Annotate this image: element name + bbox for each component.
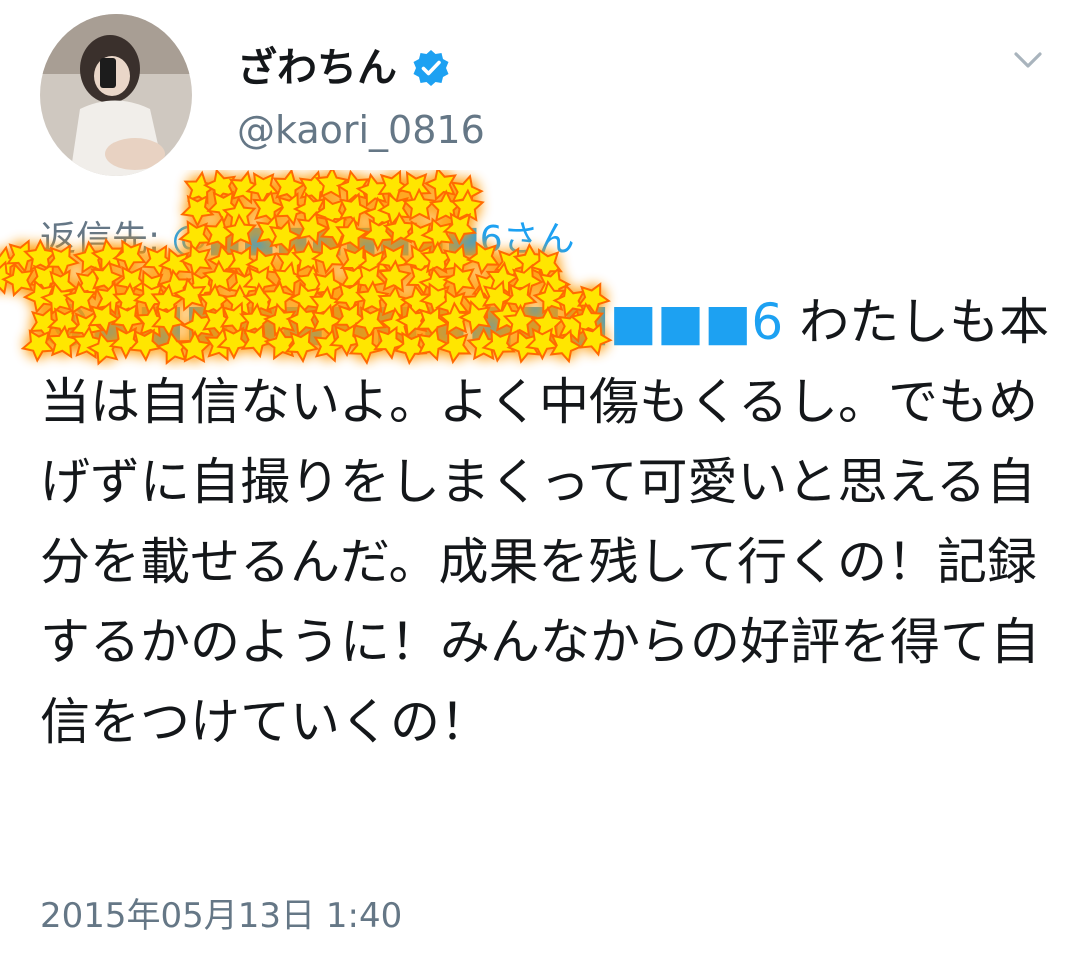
censor-star [373, 170, 415, 206]
censor-star [270, 170, 308, 203]
censor-star [1, 233, 44, 275]
censor-star [0, 257, 43, 301]
display-name[interactable]: ざわちん [237, 38, 397, 98]
verified-badge-icon [413, 50, 449, 86]
censor-star [0, 256, 21, 296]
censor-star [354, 170, 397, 212]
censor-star [446, 171, 486, 210]
chevron-down-icon[interactable] [1008, 44, 1048, 76]
tweet-timestamp[interactable]: 2015年05月13日 1:40 [40, 888, 402, 944]
censor-star [334, 170, 377, 209]
censor-star [226, 170, 264, 205]
censor-star [421, 170, 465, 206]
reply-to-line: 返信先: @■■■■■■■■6さん [40, 212, 575, 268]
tweet-mention-link[interactable]: @■■■■■■■■■■■■■■6 [40, 293, 799, 351]
censor-star [314, 170, 349, 199]
censor-star [182, 170, 219, 205]
censor-star [394, 170, 439, 208]
reply-mention-link[interactable]: @■■■■■■■■6さん [172, 219, 575, 260]
tweet-text: @■■■■■■■■■■■■■■6 わたしも本当は自信ないよ。よく中傷もくるし。で… [40, 282, 1050, 762]
censor-star [200, 170, 244, 207]
user-handle[interactable]: @kaori_0816 [237, 104, 485, 156]
censor-star [241, 170, 286, 208]
tweet-body: わたしも本当は自信ないよ。よく中傷もくるし。でもめげずに自撮りをしまくって可愛い… [40, 293, 1050, 751]
reply-prefix: 返信先: [40, 219, 172, 260]
avatar[interactable] [40, 14, 192, 176]
censor-star [294, 170, 334, 206]
tweet-card: ざわちん @kaori_0816 返信先: @■■■■■■■■6さん @■■■■… [0, 0, 1080, 965]
display-name-row: ざわちん [237, 38, 451, 98]
censor-star [0, 244, 23, 280]
